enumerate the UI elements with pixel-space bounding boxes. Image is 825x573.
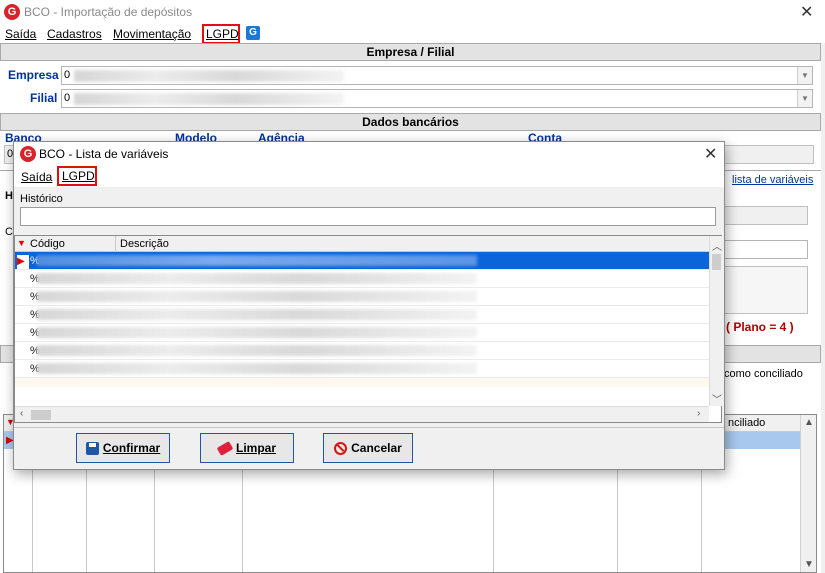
cancelar-label: Cancelar — [351, 441, 402, 455]
grid-vscrollbar[interactable]: ︿ ﹀ — [709, 236, 722, 406]
menu-movimentacao[interactable]: Movimentação — [113, 27, 191, 41]
cancel-icon — [334, 441, 348, 455]
scroll-up-icon[interactable]: ▲ — [804, 417, 814, 428]
row-redacted — [37, 363, 477, 374]
empresa-value: 0 — [64, 69, 71, 81]
menu-lgpd[interactable]: LGPD — [206, 27, 239, 41]
h-label: H — [5, 190, 13, 202]
plano-text: ( Plano = 4 ) — [726, 320, 794, 334]
row-redacted — [37, 309, 477, 320]
right-edge — [821, 43, 825, 573]
bg-field-1[interactable] — [722, 206, 808, 225]
empresa-redacted — [74, 70, 344, 82]
close-icon[interactable]: ✕ — [800, 2, 813, 22]
dialog-menu-lgpd[interactable]: LGPD — [62, 169, 95, 183]
menu-saida[interactable]: Saída — [5, 27, 36, 41]
filial-redacted — [74, 93, 344, 105]
dialog-menubar: Saída LGPD — [14, 166, 724, 187]
main-menubar: Saída Cadastros Movimentação LGPD G — [0, 24, 825, 44]
chevron-down-icon[interactable]: ▼ — [797, 90, 812, 107]
conta-field[interactable] — [722, 145, 814, 164]
table-row[interactable]: % — [15, 288, 709, 306]
conciliado-text: como conciliado — [724, 368, 803, 380]
sort-indicator-icon: ▼ — [17, 238, 26, 248]
scroll-thumb[interactable] — [712, 254, 721, 270]
app-shortcut-icon[interactable]: G — [246, 26, 260, 40]
row-redacted — [37, 255, 477, 266]
confirmar-label: Confirmar — [102, 441, 161, 455]
row-redacted — [37, 291, 477, 302]
limpar-label: Limpar — [235, 441, 276, 455]
button-divider — [14, 427, 724, 428]
dialog-menu-saida[interactable]: Saída — [21, 170, 52, 184]
grid-hscrollbar[interactable]: ‹ › — [15, 406, 709, 422]
filial-value: 0 — [64, 92, 71, 104]
window-titlebar: G BCO - Importação de depósitos ✕ — [0, 0, 825, 24]
grid-empty-row — [15, 378, 709, 387]
col-descricao[interactable]: Descrição — [120, 238, 169, 250]
table-row[interactable]: % — [15, 324, 709, 342]
hscroll-thumb[interactable] — [31, 410, 51, 420]
banco-value: 0 — [7, 148, 14, 160]
bg-grid-col-conciliado: nciliado — [728, 417, 766, 429]
c-label: C — [5, 226, 13, 238]
grid-header: ▼ Código Descrição — [15, 236, 709, 252]
table-row[interactable]: % — [15, 360, 709, 378]
empresa-combo[interactable]: 0 ▼ — [61, 66, 813, 85]
scroll-down-icon[interactable]: ▼ — [804, 559, 814, 570]
col-separator — [115, 236, 116, 252]
app-logo-icon: G — [4, 4, 20, 20]
filial-label: Filial — [30, 91, 58, 105]
dialog-titlebar: G BCO - Lista de variáveis ✕ — [14, 142, 724, 166]
table-row[interactable]: % — [15, 306, 709, 324]
chevron-left-icon[interactable]: ‹ — [20, 408, 23, 419]
limpar-button[interactable]: Limpar — [200, 433, 294, 463]
chevron-down-icon[interactable]: ﹀ — [712, 391, 722, 406]
menu-cadastros[interactable]: Cadastros — [47, 27, 102, 41]
cancelar-button[interactable]: Cancelar — [323, 433, 413, 463]
lista-variaveis-dialog: G BCO - Lista de variáveis ✕ Saída LGPD … — [13, 141, 725, 470]
historico-input[interactable] — [20, 207, 716, 226]
row-redacted — [37, 327, 477, 338]
row-redacted — [37, 345, 477, 356]
dados-bancarios-header: Dados bancários — [0, 113, 821, 131]
filial-combo[interactable]: 0 ▼ — [61, 89, 813, 108]
dialog-close-icon[interactable]: ✕ — [704, 144, 717, 164]
empresa-filial-header: Empresa / Filial — [0, 43, 821, 61]
chevron-up-icon[interactable]: ︿ — [712, 238, 722, 253]
chevron-right-icon[interactable]: › — [697, 408, 700, 419]
table-row[interactable]: ▶ % — [15, 252, 709, 270]
table-row[interactable]: % — [15, 342, 709, 360]
row-pointer-icon: ▶ — [17, 255, 29, 269]
save-icon — [85, 441, 99, 455]
variables-grid: ▼ Código Descrição ▶ % % % % % % % ︿ ﹀ ‹… — [14, 235, 722, 423]
row-redacted — [37, 273, 477, 284]
bg-panel — [722, 266, 808, 314]
bg-field-2[interactable] — [722, 240, 808, 259]
empresa-label: Empresa — [8, 68, 59, 82]
dialog-logo-icon: G — [20, 146, 36, 162]
dialog-title: BCO - Lista de variáveis — [39, 147, 169, 161]
table-row[interactable]: % — [15, 270, 709, 288]
historico-label: Histórico — [20, 193, 63, 205]
eraser-icon — [216, 440, 234, 456]
lista-variaveis-link[interactable]: lista de variáveis — [732, 174, 813, 186]
col-codigo[interactable]: Código — [30, 238, 65, 250]
chevron-down-icon[interactable]: ▼ — [797, 67, 812, 84]
window-title: BCO - Importação de depósitos — [24, 5, 193, 19]
bg-grid-scrollbar[interactable]: ▲ ▼ — [800, 415, 816, 572]
confirmar-button[interactable]: Confirmar — [76, 433, 170, 463]
